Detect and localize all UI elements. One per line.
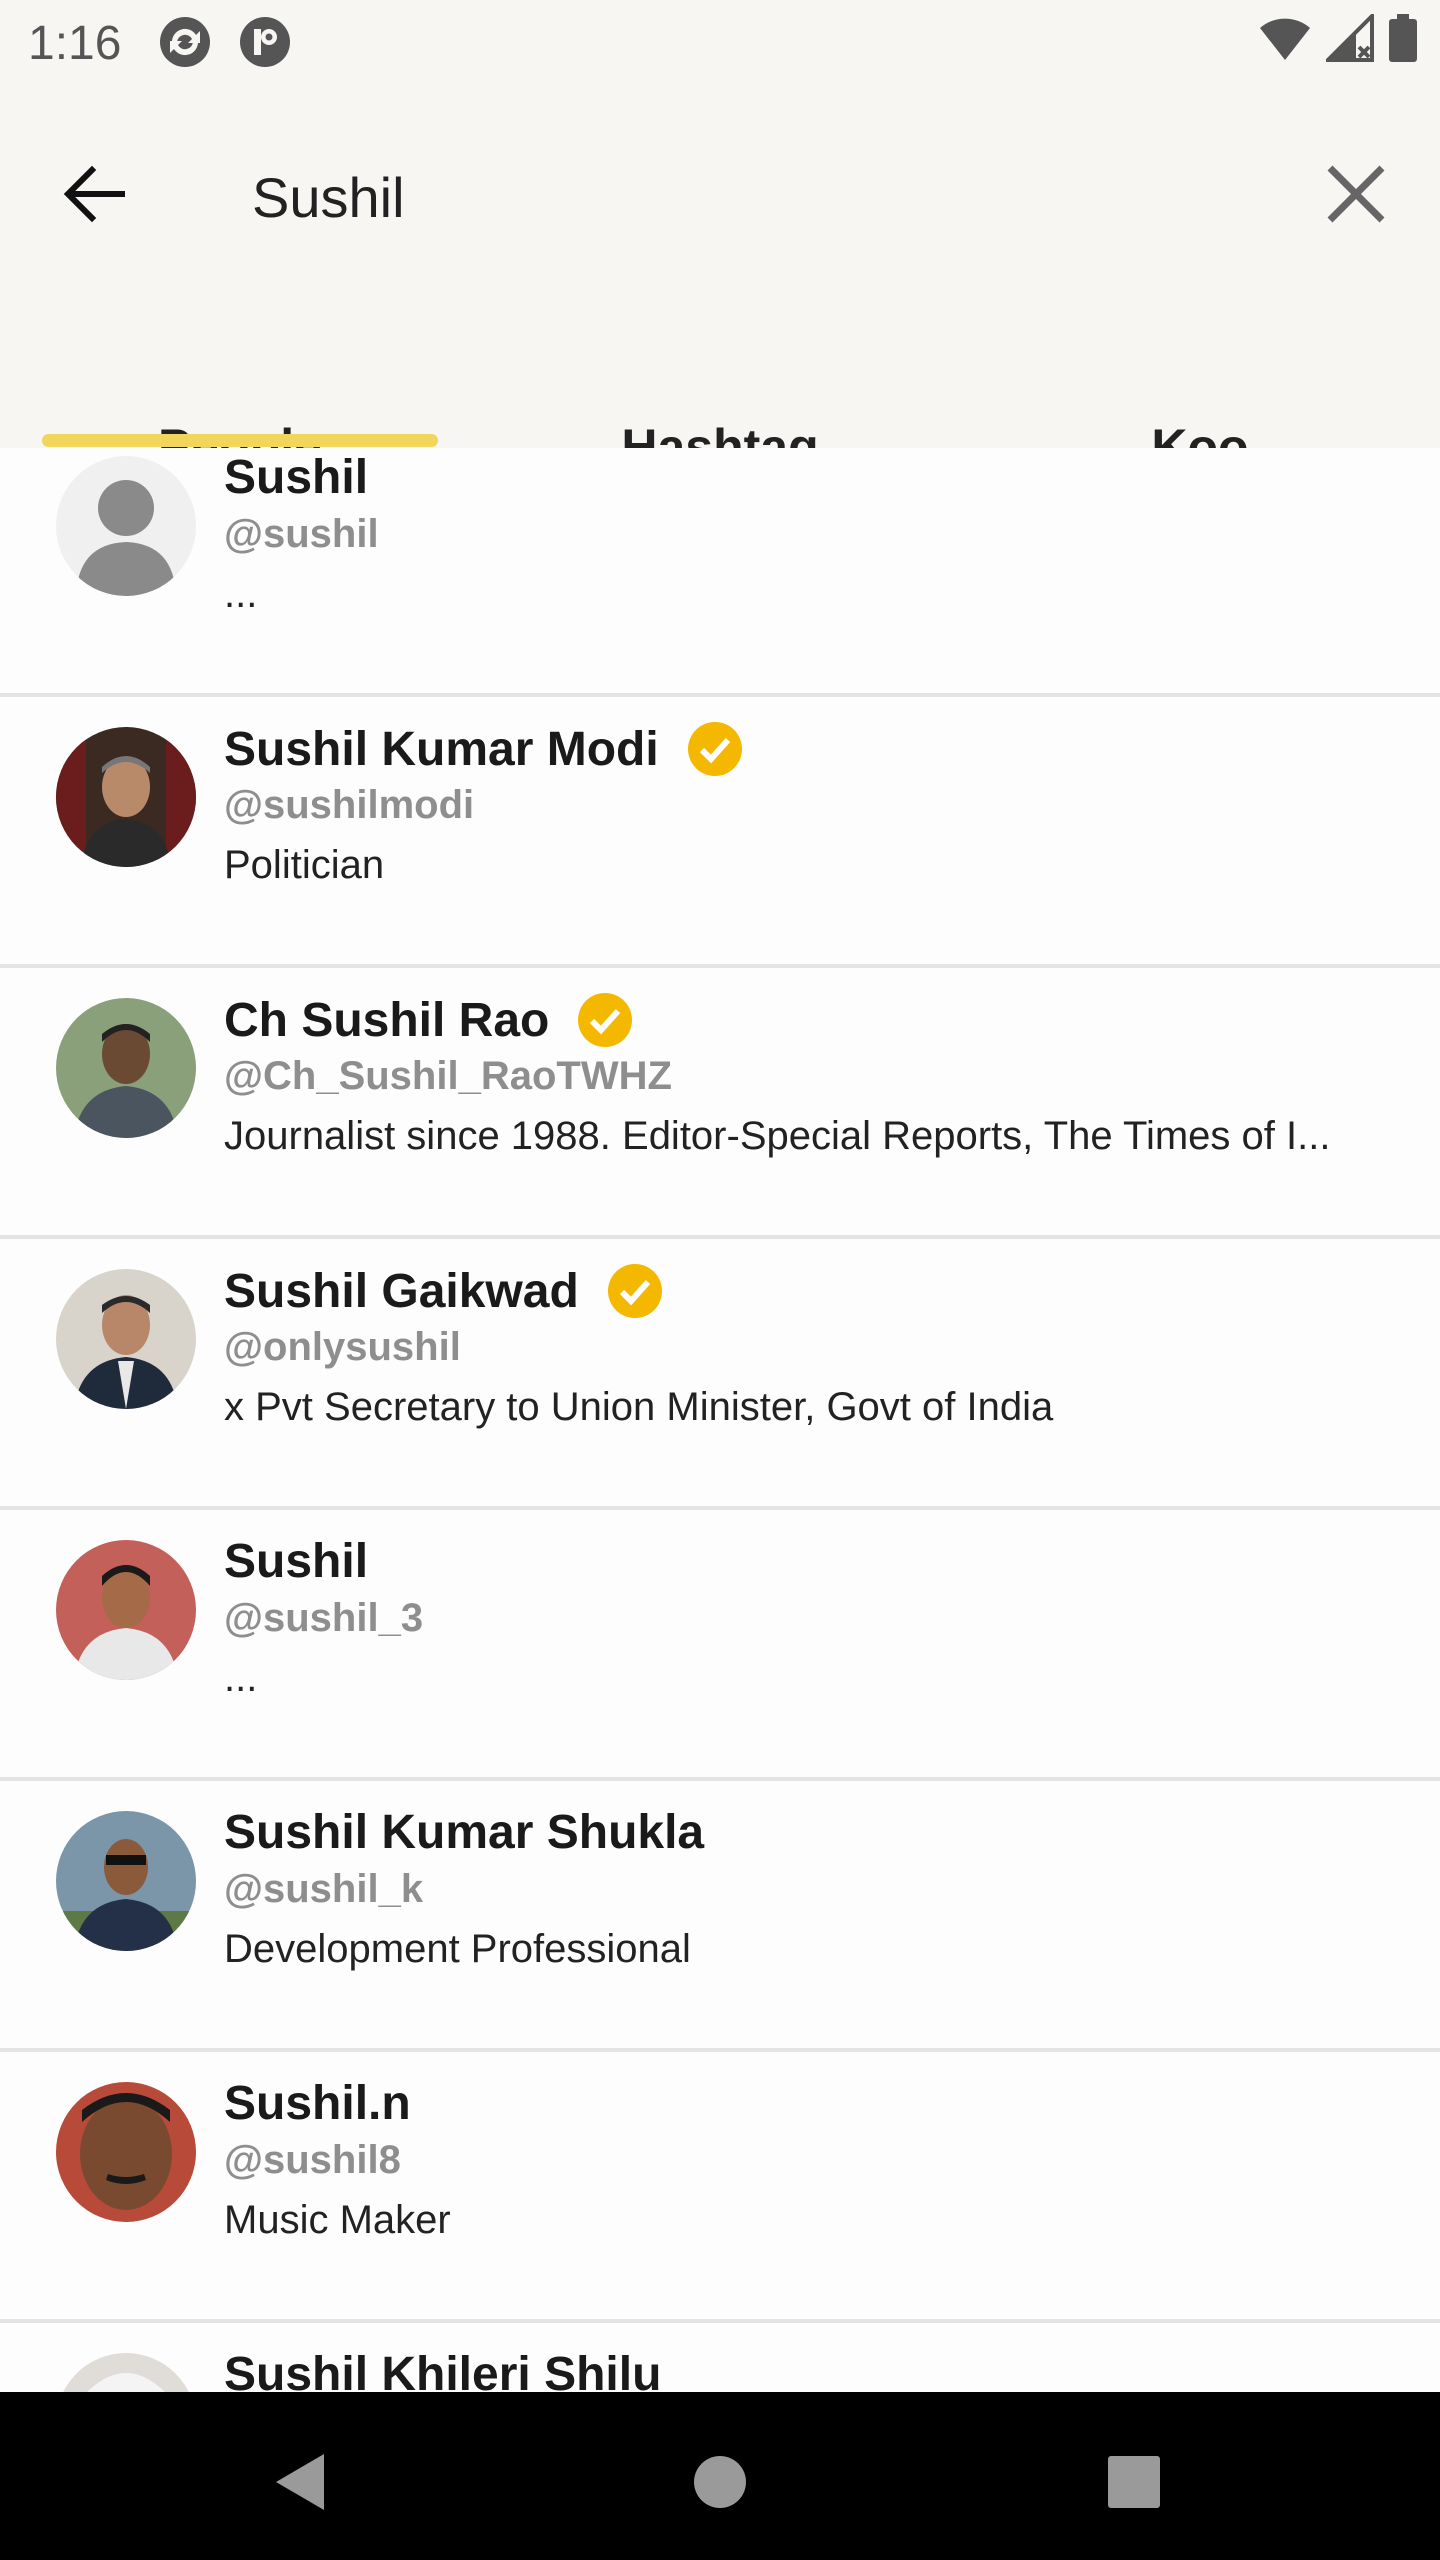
avatar [56, 1811, 196, 1951]
sync-app-icon [160, 17, 210, 67]
list-item[interactable]: Sushil Kumar Shukla @sushil_k Developmen… [0, 1781, 1440, 2052]
user-name: Sushil Kumar Modi [224, 722, 659, 776]
status-time: 1:16 [28, 17, 122, 70]
tab-hashtag[interactable]: Hashtag [480, 324, 960, 475]
avatar [56, 727, 196, 867]
search-header: People Hashtag Koo [0, 84, 1440, 475]
tab-koo[interactable]: Koo [960, 324, 1440, 475]
user-bio: ... [224, 572, 258, 616]
nav-home-icon[interactable] [670, 2432, 770, 2532]
user-name: Sushil Kumar Shukla [224, 1806, 705, 1859]
user-name: Sushil Khileri Shilu [224, 2348, 662, 2392]
avatar [56, 998, 196, 1138]
nav-recents-icon[interactable] [1084, 2432, 1184, 2532]
user-handle: @onlysushil [224, 1325, 461, 1369]
close-icon[interactable] [1306, 144, 1406, 244]
verified-check-icon [578, 993, 633, 1047]
user-handle: @sushil_3 [224, 1596, 424, 1640]
back-arrow-icon[interactable] [48, 144, 148, 244]
tab-people[interactable]: People [0, 324, 480, 475]
app-notification-icon [240, 17, 290, 67]
list-item[interactable]: Ch Sushil Rao @Ch_Sushil_RaoTWHZ Journal… [0, 968, 1440, 1239]
avatar [56, 2353, 196, 2392]
user-photo [56, 727, 196, 867]
user-photo [56, 998, 196, 1138]
user-photo [56, 1269, 196, 1409]
user-bio: Journalist since 1988. Editor-Special Re… [224, 1114, 1331, 1158]
user-name: Sushil Gaikwad [224, 1264, 579, 1318]
user-photo [56, 2082, 196, 2222]
user-bio: Development Professional [224, 1927, 691, 1971]
default-avatar-icon [56, 456, 196, 596]
user-photo [56, 2353, 196, 2392]
nav-back-icon[interactable] [250, 2432, 350, 2532]
avatar [56, 2082, 196, 2222]
user-bio: ... [224, 1656, 258, 1700]
list-item[interactable]: Sushil.n @sushil8 Music Maker [0, 2052, 1440, 2323]
user-name: Ch Sushil Rao [224, 993, 550, 1047]
search-tabs: People Hashtag Koo [0, 324, 1440, 475]
wifi-icon [1260, 18, 1310, 60]
verified-check-icon [607, 1264, 662, 1318]
user-handle: @sushilmodi [224, 783, 475, 827]
user-name: Sushil [224, 451, 369, 504]
user-photo [56, 1811, 196, 1951]
user-handle: @sushil8 [224, 2138, 401, 2182]
system-navigation-bar [0, 2392, 1440, 2560]
status-bar: 1:16 [0, 0, 1440, 84]
user-handle: @Ch_Sushil_RaoTWHZ [224, 1054, 672, 1098]
status-indicators [1258, 14, 1418, 62]
user-bio: Music Maker [224, 2198, 451, 2242]
user-bio: x Pvt Secretary to Union Minister, Govt … [224, 1385, 1054, 1429]
user-name: Sushil.n [224, 2077, 411, 2130]
active-tab-indicator [42, 434, 438, 447]
user-name: Sushil [224, 1535, 369, 1588]
avatar [56, 1540, 196, 1680]
verified-check-icon [687, 722, 742, 776]
search-input[interactable] [250, 148, 1254, 246]
user-photo [56, 1540, 196, 1680]
list-item[interactable]: Sushil @sushil_3 ... [0, 1510, 1440, 1781]
people-results-list[interactable]: Sushil @sushil ... Sushil Kumar Modi @su… [0, 448, 1440, 2392]
avatar [56, 1269, 196, 1409]
cellular-signal-icon [1326, 14, 1374, 62]
avatar [56, 456, 196, 596]
user-bio: Politician [224, 843, 385, 887]
list-item[interactable]: Sushil Gaikwad @onlysushil x Pvt Secreta… [0, 1239, 1440, 1510]
list-item[interactable]: Sushil @sushil ... [0, 448, 1440, 697]
list-item[interactable]: Sushil Khileri Shilu [0, 2323, 1440, 2392]
user-handle: @sushil [224, 512, 379, 556]
list-item[interactable]: Sushil Kumar Modi @sushilmodi Politician [0, 697, 1440, 968]
user-handle: @sushil_k [224, 1867, 424, 1911]
battery-icon [1389, 14, 1417, 62]
